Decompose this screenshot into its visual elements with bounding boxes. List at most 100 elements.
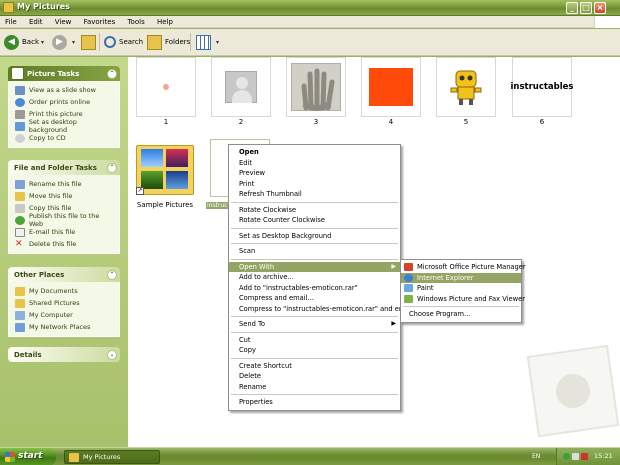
picture-tasks-panel: Picture Tasks ⌃ View as a slide show Ord… [8, 66, 120, 148]
menu-help[interactable]: Help [152, 16, 178, 26]
start-button[interactable]: start [0, 448, 56, 465]
thumbnail-label: 2 [238, 118, 244, 126]
file-tasks-header[interactable]: File and Folder Tasks ⌃ [8, 160, 120, 175]
menu-item-scan[interactable]: Scan [229, 246, 400, 257]
close-button[interactable]: × [594, 2, 606, 14]
thumbnail-5[interactable] [436, 57, 496, 117]
other-places-header[interactable]: Other Places ⌃ [8, 267, 120, 282]
language-indicator[interactable]: EN [532, 453, 540, 460]
email-icon [15, 227, 25, 237]
menu-item-refresh-thumbnail[interactable]: Refresh Thumbnail [229, 189, 400, 200]
taskbar-window-button[interactable]: My Pictures [64, 450, 160, 464]
windows-flag-icon [5, 452, 15, 462]
open-with-paint[interactable]: Paint [401, 283, 521, 294]
menu-item-rotate-counter-clockwise[interactable]: Rotate Counter Clockwise [229, 215, 400, 226]
menu-item-copy[interactable]: Copy [229, 345, 400, 356]
menu-item-open-with[interactable]: Open With ▶ [229, 261, 400, 272]
back-button[interactable]: ◀ Back ▾ [4, 33, 44, 51]
task-publish-web[interactable]: Publish this file to the Web [15, 212, 115, 228]
open-with-choose-program[interactable]: Choose Program... [401, 309, 521, 320]
collapse-icon[interactable]: ⌃ [107, 270, 117, 280]
menu-edit[interactable]: Edit [24, 16, 48, 26]
menu-item-compress-rar-email[interactable]: Compress to "instructables-emoticon.rar"… [229, 304, 413, 315]
menu-item-properties[interactable]: Properties [229, 397, 400, 408]
chevron-down-icon[interactable]: ▾ [41, 39, 44, 46]
menu-item-create-shortcut[interactable]: Create Shortcut [229, 361, 400, 372]
robot-image [450, 70, 482, 105]
up-folder-button[interactable] [81, 33, 99, 51]
menu-separator [231, 331, 398, 333]
task-move-file[interactable]: Move this file [15, 190, 115, 202]
chevron-down-icon[interactable]: ▾ [72, 39, 75, 46]
network-tray-icon[interactable] [563, 453, 570, 460]
task-rename-file[interactable]: Rename this file [15, 178, 115, 190]
place-my-documents[interactable]: My Documents [15, 285, 115, 297]
task-delete-file[interactable]: ✕ Delete this file [15, 238, 115, 250]
menu-item-cut[interactable]: Cut [229, 335, 400, 346]
open-with-picture-fax-viewer[interactable]: Windows Picture and Fax Viewer [401, 294, 525, 305]
task-order-prints[interactable]: Order prints online [15, 96, 115, 108]
thumbnail-2[interactable] [211, 57, 271, 117]
thumbnail-label: 5 [463, 118, 469, 126]
folder-icon [69, 453, 79, 462]
selected-file-label[interactable]: instruc [206, 202, 229, 209]
task-view-slideshow[interactable]: View as a slide show [15, 84, 115, 96]
menu-item-add-to-archive[interactable]: Add to archive... [229, 272, 400, 283]
menu-tools[interactable]: Tools [122, 16, 149, 26]
thumbnail-6[interactable]: instructables [511, 57, 574, 117]
menu-item-rotate-clockwise[interactable]: Rotate Clockwise [229, 205, 400, 216]
menu-item-open[interactable]: Open [229, 147, 400, 158]
menu-view[interactable]: View [50, 16, 77, 26]
menu-item-print[interactable]: Print [229, 179, 400, 190]
menu-item-edit[interactable]: Edit [229, 158, 400, 169]
forward-button[interactable]: ▶ ▾ [52, 33, 75, 51]
thumbnail-4[interactable] [361, 57, 421, 117]
place-network-places[interactable]: My Network Places [15, 321, 115, 333]
thumbnail-label: 6 [539, 118, 545, 126]
open-with-internet-explorer[interactable]: Internet Explorer [401, 272, 521, 283]
title-bar[interactable]: My Pictures _ □ × [0, 0, 620, 16]
task-set-background[interactable]: Set as desktop background [15, 118, 115, 134]
desktop-icon [15, 121, 25, 131]
menu-item-preview[interactable]: Preview [229, 168, 400, 179]
menu-item-rename[interactable]: Rename [229, 382, 400, 393]
details-header[interactable]: Details ⌄ [8, 347, 120, 362]
menu-item-set-desktop-background[interactable]: Set as Desktop Background [229, 231, 400, 242]
details-title: Details [14, 351, 42, 359]
thumbnail-label: 4 [388, 118, 394, 126]
computer-icon [15, 310, 25, 320]
folders-button[interactable]: Folders [147, 33, 190, 51]
expand-icon[interactable]: ⌄ [107, 350, 117, 360]
collapse-icon[interactable]: ⌃ [107, 163, 117, 173]
menu-favorites[interactable]: Favorites [79, 16, 121, 26]
thumbnail-1[interactable] [136, 57, 196, 117]
place-shared-pictures[interactable]: Shared Pictures [15, 297, 115, 309]
clock[interactable]: 15:21 [594, 452, 613, 460]
menu-item-send-to[interactable]: Send To ▶ [229, 319, 400, 330]
volume-tray-icon[interactable] [572, 453, 579, 460]
menu-file[interactable]: File [0, 16, 22, 26]
context-menu: Open Edit Preview Print Refresh Thumbnai… [228, 144, 413, 411]
search-button[interactable]: Search [104, 33, 143, 51]
up-folder-icon [81, 34, 96, 50]
folder-label: Sample Pictures [136, 201, 194, 209]
menu-item-compress-email[interactable]: Compress and email... [229, 293, 400, 304]
thumbnail-3[interactable] [286, 57, 346, 117]
menu-item-add-to-rar[interactable]: Add to "instructables-emoticon.rar" [229, 283, 400, 294]
minimize-button[interactable]: _ [566, 2, 578, 14]
open-with-picture-manager[interactable]: Microsoft Office Picture Manager [401, 262, 526, 273]
orange-square-image [369, 68, 413, 106]
security-tray-icon[interactable] [581, 453, 588, 460]
chevron-down-icon[interactable]: ▾ [216, 39, 219, 46]
menu-separator [231, 394, 398, 395]
sample-pictures-folder[interactable]: ↗ [136, 141, 194, 195]
maximize-button[interactable]: □ [580, 2, 592, 14]
back-arrow-icon: ◀ [4, 34, 19, 50]
views-button[interactable]: ▾ [196, 33, 219, 51]
task-pane: Picture Tasks ⌃ View as a slide show Ord… [0, 57, 128, 447]
menu-item-delete[interactable]: Delete [229, 371, 400, 382]
collapse-icon[interactable]: ⌃ [107, 69, 117, 79]
picture-tasks-header[interactable]: Picture Tasks ⌃ [8, 66, 120, 81]
place-my-computer[interactable]: My Computer [15, 309, 115, 321]
thumbnail-label: 1 [163, 118, 169, 126]
